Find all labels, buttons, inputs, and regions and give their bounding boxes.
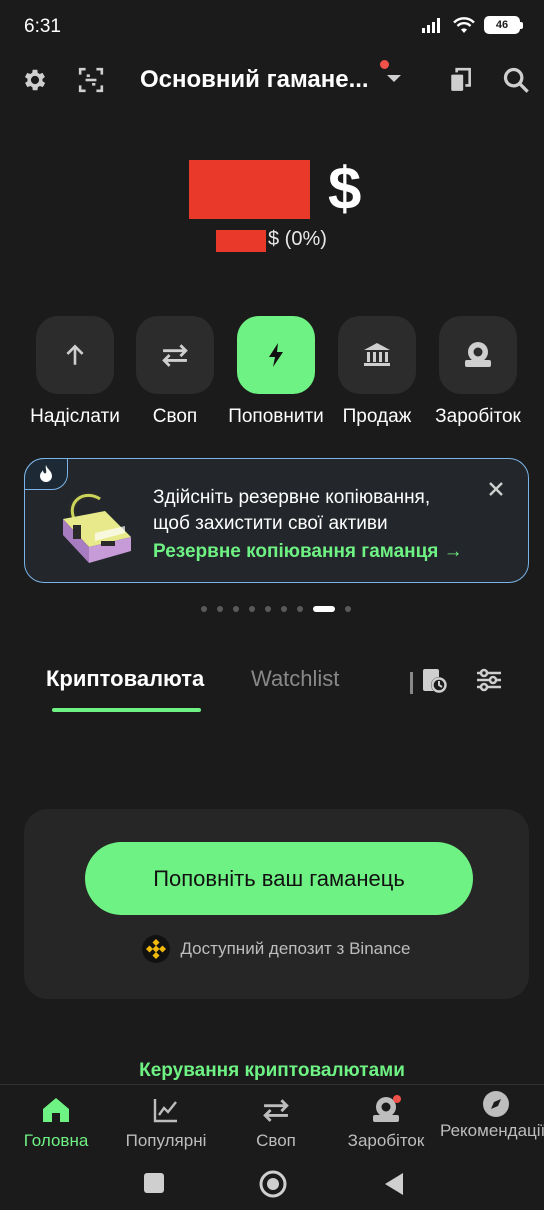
earn-notification-dot	[393, 1095, 401, 1103]
balance-section: $ $ (0%)	[0, 155, 544, 268]
banner-subtitle: щоб захистити свої активи	[153, 513, 388, 534]
backup-wallet-link[interactable]: Резервне копіювання гаманця →	[153, 541, 463, 563]
carousel-dot-active[interactable]	[313, 606, 335, 612]
fund-wallet-button[interactable]: Поповніть ваш гаманець	[85, 842, 473, 915]
balance-currency: $	[328, 155, 362, 222]
tab-overflow	[410, 672, 413, 694]
earn-icon	[465, 342, 491, 367]
sell-action[interactable]: Продаж	[322, 316, 432, 428]
wallet-selector[interactable]: Основний гамане...	[140, 66, 369, 94]
bank-icon	[364, 343, 390, 366]
sell-label: Продаж	[342, 406, 412, 427]
banner-title: Здійсніть резервне копіювання,	[153, 487, 431, 508]
quick-actions: Надіслати Своп Поповнити Продаж Заробіто…	[0, 316, 544, 436]
battery-level: 46	[495, 19, 509, 31]
carousel-dot[interactable]	[281, 606, 287, 612]
nav-home[interactable]: Головна	[1, 1093, 111, 1151]
swap-action[interactable]: Своп	[120, 316, 230, 428]
nav-trending[interactable]: Популярні	[111, 1093, 221, 1151]
asset-tabs: Криптовалюта Watchlist	[0, 660, 544, 720]
nav-earn[interactable]: Заробіток	[331, 1093, 441, 1151]
earn-label: Заробіток	[435, 406, 521, 427]
binance-deposit-row[interactable]: Доступний депозит з Binance	[24, 935, 529, 963]
swap-icon	[162, 344, 188, 367]
tab-watchlist[interactable]: Watchlist	[251, 666, 339, 692]
swap-label: Своп	[152, 406, 198, 427]
status-bar: 6:31 46	[0, 0, 544, 56]
nav-swap-label: Своп	[256, 1131, 296, 1150]
balance-redacted	[189, 160, 310, 219]
battery-icon: 46	[484, 16, 523, 34]
change-redacted	[216, 230, 266, 252]
scan-qr-icon[interactable]	[75, 64, 107, 96]
buy-action[interactable]: Поповнити	[221, 316, 331, 428]
settings-gear-icon[interactable]	[19, 64, 51, 96]
trending-icon	[153, 1099, 177, 1123]
copy-cards-icon[interactable]	[445, 64, 477, 96]
status-time: 6:31	[24, 16, 61, 37]
send-button[interactable]	[36, 316, 114, 394]
recents-square-icon[interactable]	[143, 1172, 165, 1194]
system-nav	[0, 1160, 544, 1210]
carousel-dot[interactable]	[297, 606, 303, 612]
backup-banner[interactable]: Здійсніть резервне копіювання, щоб захис…	[24, 458, 529, 583]
send-action[interactable]: Надіслати	[20, 316, 130, 428]
earn-button[interactable]	[439, 316, 517, 394]
backup-lock-illustration	[63, 491, 131, 563]
earn-action[interactable]: Заробіток	[423, 316, 533, 428]
buy-button[interactable]	[237, 316, 315, 394]
nav-trending-label: Популярні	[125, 1131, 207, 1150]
top-bar: Основний гамане...	[0, 56, 544, 104]
history-icon[interactable]	[420, 666, 450, 696]
signal-icon	[422, 18, 440, 33]
carousel-dot[interactable]	[249, 606, 255, 612]
swap-icon	[263, 1099, 289, 1122]
balance-change: $ (0%)	[268, 228, 327, 250]
status-icons: 46	[422, 16, 523, 34]
nav-discover-label: Рекомендації	[440, 1121, 544, 1140]
deposit-card: Поповніть ваш гаманець Доступний депозит…	[24, 809, 529, 999]
manage-crypto-link[interactable]: Керування криптовалютами	[0, 1060, 544, 1082]
send-label: Надіслати	[30, 406, 120, 427]
back-triangle-icon[interactable]	[383, 1172, 405, 1196]
tab-crypto[interactable]: Криптовалюта	[46, 666, 204, 692]
home-circle-icon[interactable]	[259, 1170, 287, 1198]
close-icon[interactable]	[488, 481, 504, 497]
chevron-down-icon[interactable]	[386, 74, 402, 84]
sell-button[interactable]	[338, 316, 416, 394]
carousel-dot[interactable]	[345, 606, 351, 612]
carousel-dots	[0, 602, 544, 616]
search-icon[interactable]	[500, 64, 532, 96]
nav-swap[interactable]: Своп	[221, 1093, 331, 1151]
arrow-up-icon	[66, 344, 84, 365]
carousel-dot[interactable]	[233, 606, 239, 612]
bottom-nav: Головна Популярні Своп Заробіток Рекомен…	[0, 1084, 544, 1160]
nav-discover[interactable]: Рекомендації	[440, 1091, 544, 1141]
swap-button[interactable]	[136, 316, 214, 394]
wifi-icon	[453, 17, 475, 33]
buy-label: Поповнити	[228, 406, 324, 427]
active-tab-indicator	[52, 708, 201, 712]
binance-deposit-label: Доступний депозит з Binance	[180, 939, 411, 958]
filter-sliders-icon[interactable]	[475, 666, 503, 694]
carousel-dot[interactable]	[265, 606, 271, 612]
lightning-icon	[269, 343, 283, 367]
home-icon	[43, 1098, 69, 1122]
wallet-notification-dot	[380, 60, 389, 69]
carousel-dot[interactable]	[201, 606, 207, 612]
nav-home-label: Головна	[23, 1131, 89, 1150]
compass-icon	[483, 1091, 509, 1117]
nav-earn-label: Заробіток	[347, 1131, 425, 1150]
binance-logo-icon	[142, 935, 171, 963]
carousel-dot[interactable]	[217, 606, 223, 612]
